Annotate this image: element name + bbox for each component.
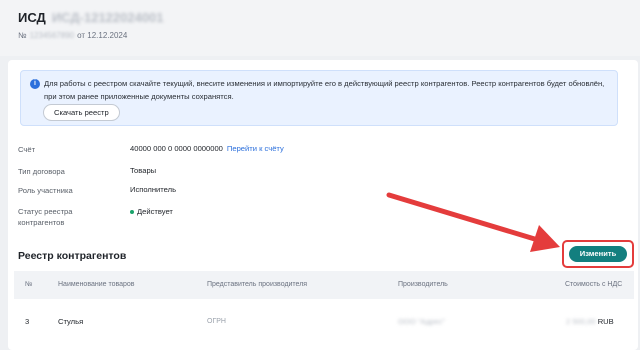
annotation-arrow-icon xyxy=(386,192,560,252)
